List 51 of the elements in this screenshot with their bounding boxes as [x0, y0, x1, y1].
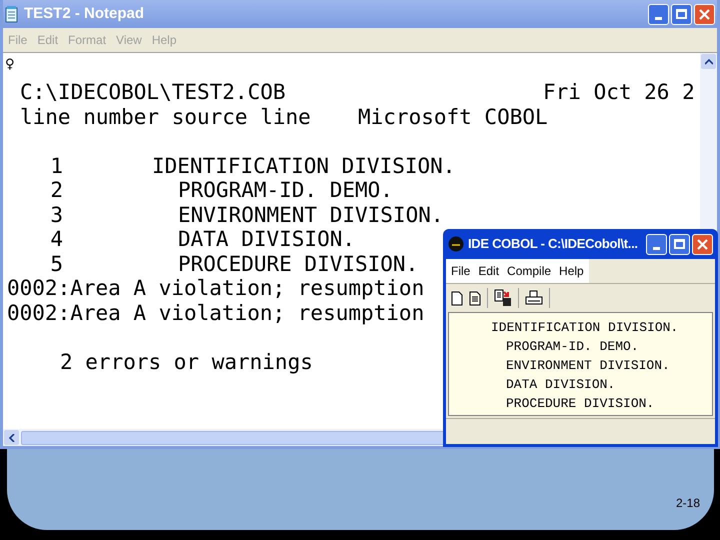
notepad-icon: [5, 6, 19, 22]
menu-item[interactable]: Edit: [478, 262, 500, 280]
app-icon: [448, 236, 464, 252]
column-headings: line number source line: [20, 104, 312, 129]
error-message: 0002:Area A violation; resumption: [7, 300, 424, 324]
window-title: TEST2 - Notepad: [24, 4, 146, 24]
minimize-button[interactable]: [648, 4, 669, 24]
code-line: PROCEDURE DIVISION.: [506, 396, 654, 411]
line-number: 3: [49, 202, 63, 227]
menu-item[interactable]: Compile: [507, 262, 552, 280]
minimize-button[interactable]: [646, 234, 667, 254]
menu-item[interactable]: Help: [559, 262, 584, 280]
close-icon: [697, 238, 708, 250]
printer-icon[interactable]: [525, 290, 543, 306]
minimize-icon: [655, 16, 662, 20]
line-number: 4: [49, 227, 63, 252]
code-line: ENVIRONMENT DIVISION.: [506, 358, 670, 373]
code-line: IDENTIFICATION DIVISION.: [491, 320, 678, 335]
compiler-name: Microsoft COBOL: [358, 104, 548, 129]
close-button[interactable]: [694, 4, 715, 24]
menu-item[interactable]: File: [451, 262, 470, 280]
save-document-icon[interactable]: [494, 289, 512, 307]
maximize-icon: [674, 239, 685, 249]
symbol-text: ♀: [5, 54, 15, 73]
source-line: DATA DIVISION.: [177, 227, 356, 252]
new-file-icon[interactable]: [451, 290, 463, 306]
maximize-icon: [676, 9, 687, 19]
source-line: PROGRAM-ID. DEMO.: [177, 178, 393, 202]
document-icon[interactable]: [469, 290, 481, 306]
scroll-up-button[interactable]: [701, 54, 716, 69]
maximize-button[interactable]: [671, 4, 692, 24]
close-icon: [699, 8, 710, 20]
code-editor[interactable]: IDENTIFICATION DIVISION. PROGRAM-ID. DEMO. ENVIRONMENT DIVISION. DATA DIVISION. PROCEDURE DIVISION.: [448, 312, 713, 416]
line-number: 5: [49, 252, 63, 276]
source-line: IDENTIFICATION DIVISION.: [151, 154, 456, 178]
source-line: PROCEDURE DIVISION.: [177, 252, 418, 276]
slide-number: 2-18: [676, 495, 700, 512]
window-title: IDE COBOL - C:\IDECobol\t...: [468, 235, 639, 254]
line-number: 1: [49, 154, 63, 178]
code-line: PROGRAM-ID. DEMO.: [506, 339, 639, 354]
source-line: ENVIRONMENT DIVISION.: [177, 202, 444, 227]
close-button[interactable]: [692, 234, 713, 254]
code-line: DATA DIVISION.: [506, 377, 616, 392]
scroll-left-button[interactable]: [4, 430, 19, 445]
date-text: Fri Oct 26 2: [543, 80, 695, 104]
error-message: 0002:Area A violation; resumption: [7, 276, 424, 300]
summary-text: 2 errors or warnings: [60, 350, 313, 374]
minimize-icon: [653, 246, 660, 250]
maximize-button[interactable]: [669, 234, 690, 254]
line-number: 2: [49, 178, 63, 202]
file-path: C:\IDECOBOL\TEST2.COB: [20, 80, 287, 104]
